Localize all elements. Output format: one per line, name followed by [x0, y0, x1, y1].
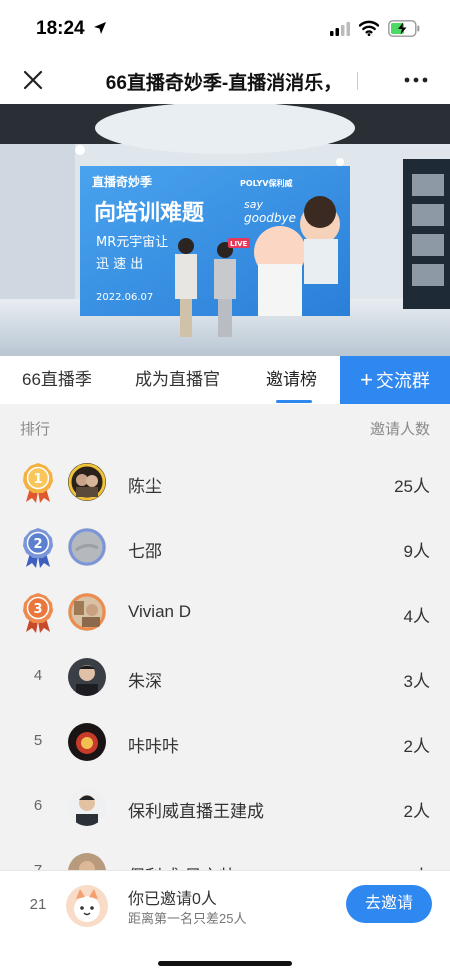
live-video-player[interactable]: 直播奇妙季 POLYV保利威 向培训难题 say goodbye MR元宇宙让 …	[0, 104, 450, 356]
user-name: 咔咔咔	[128, 737, 179, 756]
video-brand-right: POLYV保利威	[240, 178, 293, 188]
ranking-row: 2 七邵 9人	[0, 515, 450, 580]
live-badge: LIVE	[230, 240, 247, 248]
join-group-button[interactable]: + 交流群	[340, 356, 450, 404]
battery-charging-icon	[388, 20, 420, 37]
user-name: 朱深	[128, 672, 162, 691]
plus-icon: +	[360, 367, 373, 392]
my-ranking-bar: 21 你已邀请0人 距离第一名只差25人 去邀请	[0, 870, 450, 974]
rank-column-header: 排行	[20, 421, 51, 438]
avatar	[68, 528, 106, 566]
cellular-signal-icon	[330, 22, 350, 36]
invite-count: 9人	[403, 542, 430, 561]
tab-bar: 66直播季 成为直播官 邀请榜 + 交流群	[0, 356, 450, 404]
studio-scene: 直播奇妙季 POLYV保利威 向培训难题 say goodbye MR元宇宙让 …	[0, 104, 450, 356]
medal-rank-1: 1	[33, 472, 42, 487]
invite-count: 3人	[403, 672, 430, 691]
silver-medal-icon: 2	[23, 528, 53, 568]
user-name: 陈尘	[128, 477, 162, 496]
rank-number: 4	[33, 667, 43, 684]
user-name: Vivian D	[128, 602, 191, 621]
video-subline-1: MR元宇宙让	[96, 235, 168, 250]
video-subline-2: 迅 速 出	[96, 257, 143, 272]
medal-rank-3: 3	[33, 602, 42, 617]
avatar	[68, 658, 106, 696]
tab-invite-ranking[interactable]: 邀请榜	[266, 356, 317, 404]
avatar	[68, 788, 106, 826]
wifi-icon	[359, 20, 379, 36]
rank-number: 5	[33, 732, 43, 749]
invite-count: 4人	[403, 607, 430, 626]
join-group-label: 交流群	[375, 371, 430, 391]
ranking-row: 6 保利威直播王建成 2人	[0, 775, 450, 840]
page-title: 66直播奇妙季-直播消消乐，	[105, 73, 343, 94]
location-arrow-icon	[94, 22, 106, 34]
ranking-list[interactable]: 1 陈尘 25人 2 七邵 9人 3 Vivian D 4人 4 朱深 3人 5…	[0, 450, 450, 870]
gap-to-first: 距离第一名只差25人	[128, 911, 247, 926]
invite-count: 2人	[403, 737, 430, 756]
status-time: 18:24	[36, 18, 85, 39]
ranking-row: 7 保利威-吴之帅 2人	[0, 840, 450, 870]
home-indicator	[158, 961, 292, 966]
rank-number: 7	[20, 862, 56, 870]
my-invited-count: 你已邀请0人	[128, 891, 217, 908]
ranking-header: 排行 邀请人数	[0, 404, 450, 450]
user-name: 七邵	[128, 542, 162, 561]
active-tab-indicator	[276, 400, 312, 403]
invite-count-column-header: 邀请人数	[369, 421, 430, 438]
ranking-row: 5 咔咔咔 2人	[0, 710, 450, 775]
invite-count: 2人	[404, 862, 430, 870]
title-divider	[357, 72, 358, 90]
tab-66-live-season[interactable]: 66直播季	[22, 356, 92, 404]
user-name: 保利威-吴之帅	[128, 862, 236, 870]
avatar	[68, 593, 106, 631]
ranking-row: 4 朱深 3人	[0, 645, 450, 710]
more-options-icon[interactable]	[404, 77, 428, 83]
my-avatar	[66, 885, 108, 927]
tab-become-live-officer[interactable]: 成为直播官	[135, 356, 220, 404]
avatar	[68, 463, 106, 501]
avatar	[68, 723, 106, 761]
medal-rank-2: 2	[33, 537, 42, 552]
video-say: say	[244, 198, 263, 211]
video-headline: 向培训难题	[94, 200, 205, 226]
invite-count: 25人	[394, 477, 430, 496]
avatar	[68, 853, 106, 870]
invite-count: 2人	[403, 802, 430, 821]
my-rank-number: 21	[29, 896, 47, 913]
video-brand-left: 直播奇妙季	[92, 174, 153, 189]
status-bar: 18:24	[0, 0, 450, 56]
video-date: 2022.06.07	[96, 292, 153, 303]
video-goodbye: goodbye	[244, 211, 296, 225]
user-name: 保利威直播王建成	[128, 802, 264, 821]
rank-number: 6	[33, 797, 43, 814]
gold-medal-icon: 1	[23, 463, 53, 503]
close-icon[interactable]	[22, 69, 44, 91]
ranking-row: 1 陈尘 25人	[0, 450, 450, 515]
nav-bar: 66直播奇妙季-直播消消乐，	[0, 56, 450, 104]
ranking-row: 3 Vivian D 4人	[0, 580, 450, 645]
bronze-medal-icon: 3	[23, 593, 53, 633]
invite-button[interactable]: 去邀请	[346, 885, 432, 923]
